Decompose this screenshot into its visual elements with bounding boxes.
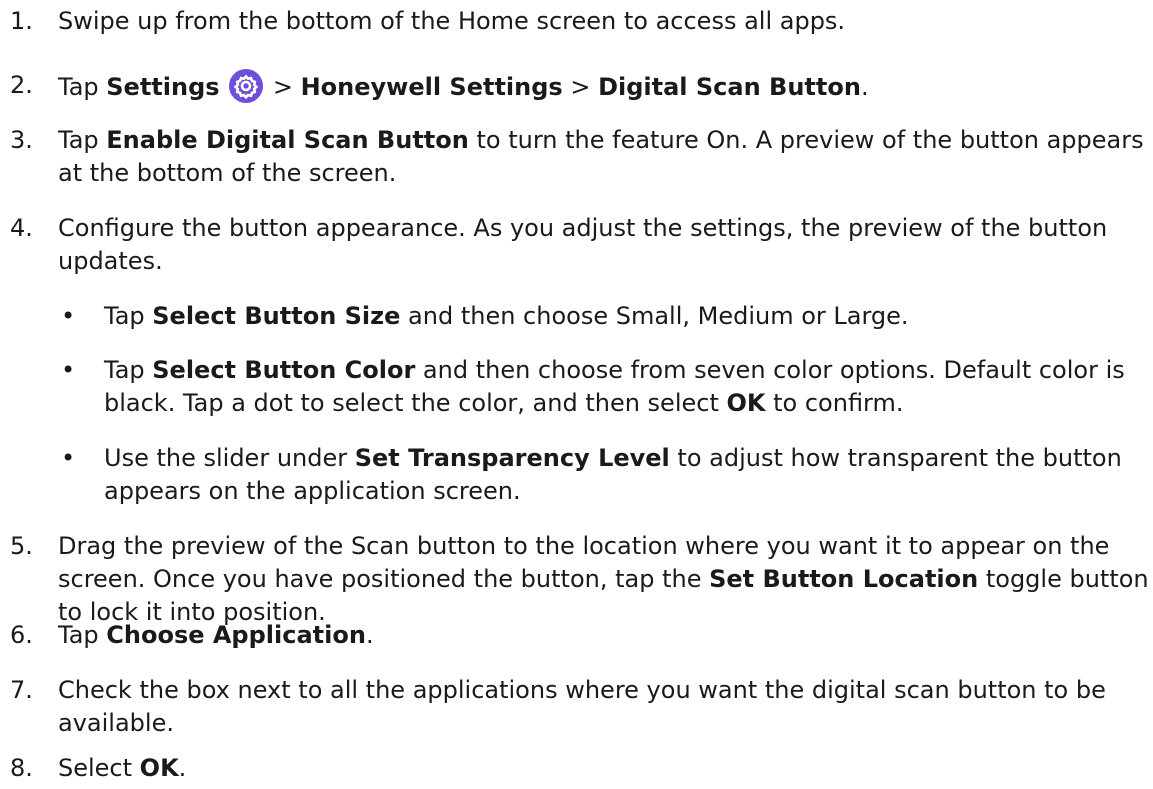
text-run: Use the slider under <box>104 444 355 472</box>
separator: > <box>265 73 301 101</box>
step-8: 8. Select OK. <box>0 752 1150 785</box>
step-number: 1. <box>10 7 33 35</box>
gear-icon <box>229 69 264 103</box>
honeywell-settings-label: Honeywell Settings <box>300 73 563 101</box>
step-number: 8. <box>10 754 33 782</box>
step-4-bullet-1: • Tap Select Button Size and then choose… <box>58 300 1150 333</box>
step-number: 6. <box>10 621 33 649</box>
step-number: 3. <box>10 126 33 154</box>
bullet-glyph: • <box>61 356 76 384</box>
choose-application-label: Choose Application <box>106 621 366 649</box>
step-text: Check the box next to all the applicatio… <box>58 676 1106 737</box>
step-3: 3. Tap Enable Digital Scan Button to tur… <box>0 124 1150 190</box>
separator: > <box>562 73 599 101</box>
text-run: Tap <box>104 356 153 384</box>
set-transparency-level-label: Set Transparency Level <box>354 444 670 472</box>
step-4-bullet-3: • Use the slider under Set Transparency … <box>58 442 1150 508</box>
text-run: . <box>178 754 187 782</box>
select-button-size-label: Select Button Size <box>152 302 401 330</box>
text-run: Tap <box>58 73 107 101</box>
step-number: 5. <box>10 532 33 560</box>
text-run: Tap <box>58 621 107 649</box>
text-run: . <box>365 621 374 649</box>
bullet-text: Tap Select Button Color and then choose … <box>104 354 1150 420</box>
settings-label: Settings <box>106 73 220 101</box>
step-text: Select OK. <box>58 752 1150 785</box>
step-text: Tap Enable Digital Scan Button to turn t… <box>58 124 1150 190</box>
step-1: 1. Swipe up from the bottom of the Home … <box>0 5 1150 38</box>
digital-scan-button-label: Digital Scan Button <box>598 73 861 101</box>
step-6: 6. Tap Choose Application. <box>0 619 1150 652</box>
step-2: 2. Tap Settings > Honeywell Settings > D… <box>0 69 1150 104</box>
text-run: Tap <box>58 126 107 154</box>
text-run: Tap <box>104 302 153 330</box>
bullet-text: Use the slider under Set Transparency Le… <box>104 442 1150 508</box>
step-5: 5. Drag the preview of the Scan button t… <box>0 530 1150 629</box>
instruction-page: 1. Swipe up from the bottom of the Home … <box>0 0 1153 789</box>
set-button-location-label: Set Button Location <box>709 565 979 593</box>
text-run: Select <box>58 754 140 782</box>
bullet-glyph: • <box>61 302 76 330</box>
ok-label: OK <box>139 754 179 782</box>
ok-label: OK <box>726 389 766 417</box>
enable-digital-scan-button-label: Enable Digital Scan Button <box>106 126 469 154</box>
step-text: Configure the button appearance. As you … <box>58 214 1108 275</box>
step-text: Tap Settings > Honeywell Settings > Digi… <box>58 69 1150 104</box>
text-run: . <box>860 73 869 101</box>
step-number: 7. <box>10 676 33 704</box>
step-text: Tap Choose Application. <box>58 619 1150 652</box>
text-run: and then choose Small, Medium or Large. <box>400 302 909 330</box>
step-7: 7. Check the box next to all the applica… <box>0 674 1150 740</box>
step-text: Drag the preview of the Scan button to t… <box>58 530 1150 629</box>
step-number: 2. <box>10 71 33 99</box>
step-4-bullet-2: • Tap Select Button Color and then choos… <box>58 354 1150 420</box>
text-run: to confirm. <box>765 389 904 417</box>
select-button-color-label: Select Button Color <box>152 356 416 384</box>
step-number: 4. <box>10 214 33 242</box>
bullet-text: Tap Select Button Size and then choose S… <box>104 300 1150 333</box>
step-4: 4. Configure the button appearance. As y… <box>0 212 1150 278</box>
step-text: Swipe up from the bottom of the Home scr… <box>58 7 846 35</box>
bullet-glyph: • <box>61 444 76 472</box>
